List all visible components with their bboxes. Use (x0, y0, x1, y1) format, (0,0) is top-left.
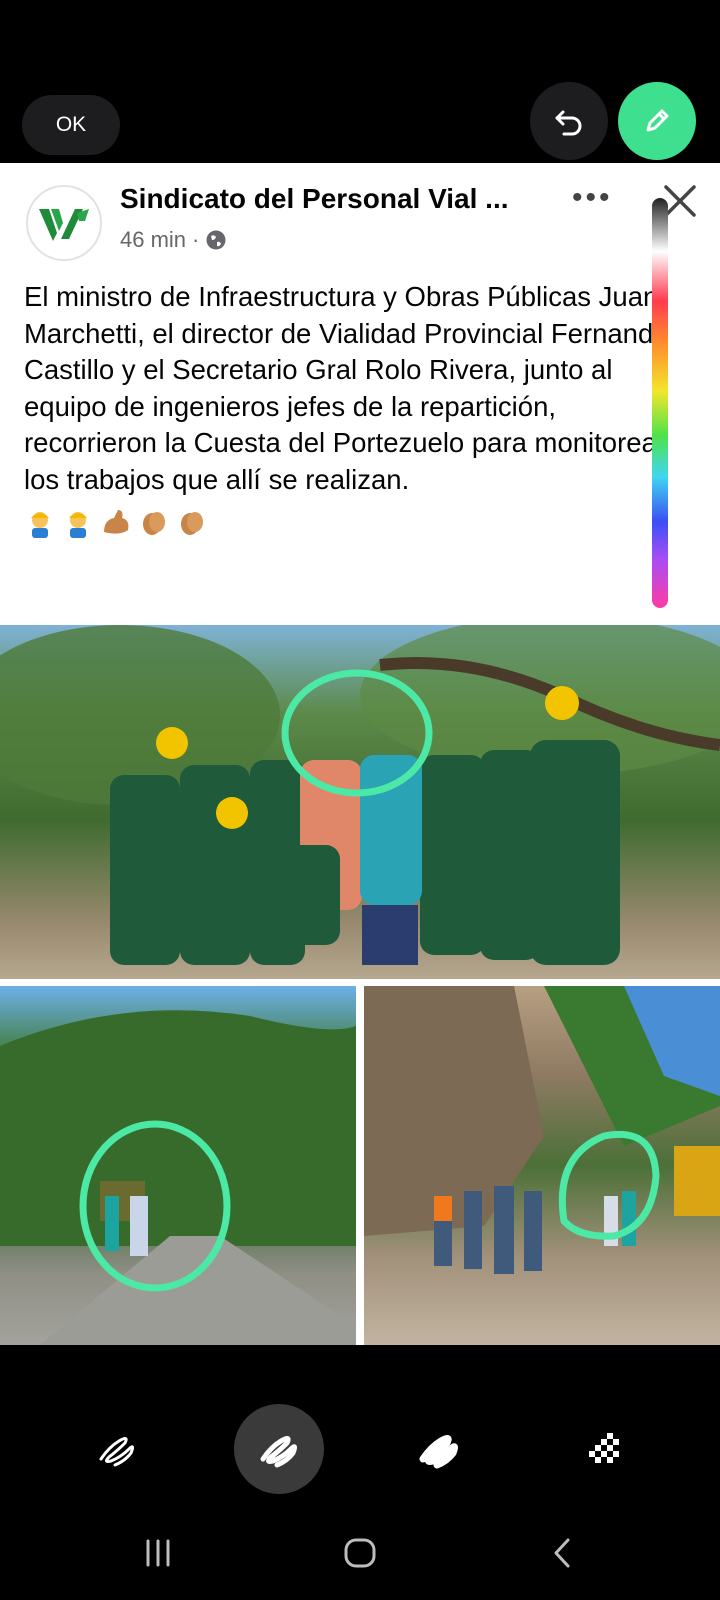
mosaic-tool-icon (589, 1433, 619, 1463)
ok-label: OK (55, 113, 87, 136)
pen-tool-icon (99, 1436, 135, 1467)
system-nav-bar (0, 1522, 720, 1600)
clapping-hands-emoji (181, 511, 203, 535)
undo-button[interactable] (530, 82, 608, 160)
home-icon[interactable] (343, 1537, 377, 1569)
photo-inspection-scene (364, 986, 720, 1274)
post-time: 46 min (120, 227, 187, 252)
post-photo-inspection[interactable] (364, 986, 720, 1345)
more-options-icon[interactable]: ••• (572, 181, 613, 215)
color-slider[interactable] (652, 198, 668, 608)
flexed-biceps-emoji (104, 509, 129, 534)
meta-separator: · (192, 227, 200, 252)
pen-edit-button[interactable] (618, 82, 696, 160)
pen-tool-button[interactable] (72, 1404, 162, 1494)
marker-tool-icon (260, 1435, 298, 1468)
highlighter-tool-icon (419, 1434, 459, 1469)
union-logo-icon (39, 209, 89, 241)
recent-apps-icon[interactable] (142, 1538, 174, 1568)
ok-button[interactable]: OK (22, 95, 120, 155)
undo-icon (555, 110, 582, 136)
photo-road-scene (0, 1010, 356, 1345)
construction-worker-emoji (31, 511, 49, 538)
clapping-hands-emoji (143, 511, 165, 535)
post-photo-workers[interactable] (0, 625, 720, 979)
construction-worker-emoji (69, 511, 87, 538)
post-meta: 46 min · (120, 227, 227, 253)
post-text-block: El ministro de Infraestructura y Obras P… (24, 279, 684, 539)
emoji-row (24, 502, 684, 539)
mosaic-tool-button[interactable] (558, 1404, 648, 1494)
back-icon[interactable] (550, 1537, 574, 1569)
globe-icon (206, 230, 226, 250)
photo-workers-scene (0, 625, 720, 965)
page-name[interactable]: Sindicato del Personal Vial ... (120, 183, 509, 215)
marker-tool-button[interactable] (234, 1404, 324, 1494)
pencil-icon (646, 109, 669, 132)
highlighter-tool-button[interactable] (394, 1404, 484, 1494)
post-photo-road[interactable] (0, 986, 356, 1345)
page-avatar[interactable] (26, 185, 102, 261)
post-text: El ministro de Infraestructura y Obras P… (24, 281, 669, 495)
